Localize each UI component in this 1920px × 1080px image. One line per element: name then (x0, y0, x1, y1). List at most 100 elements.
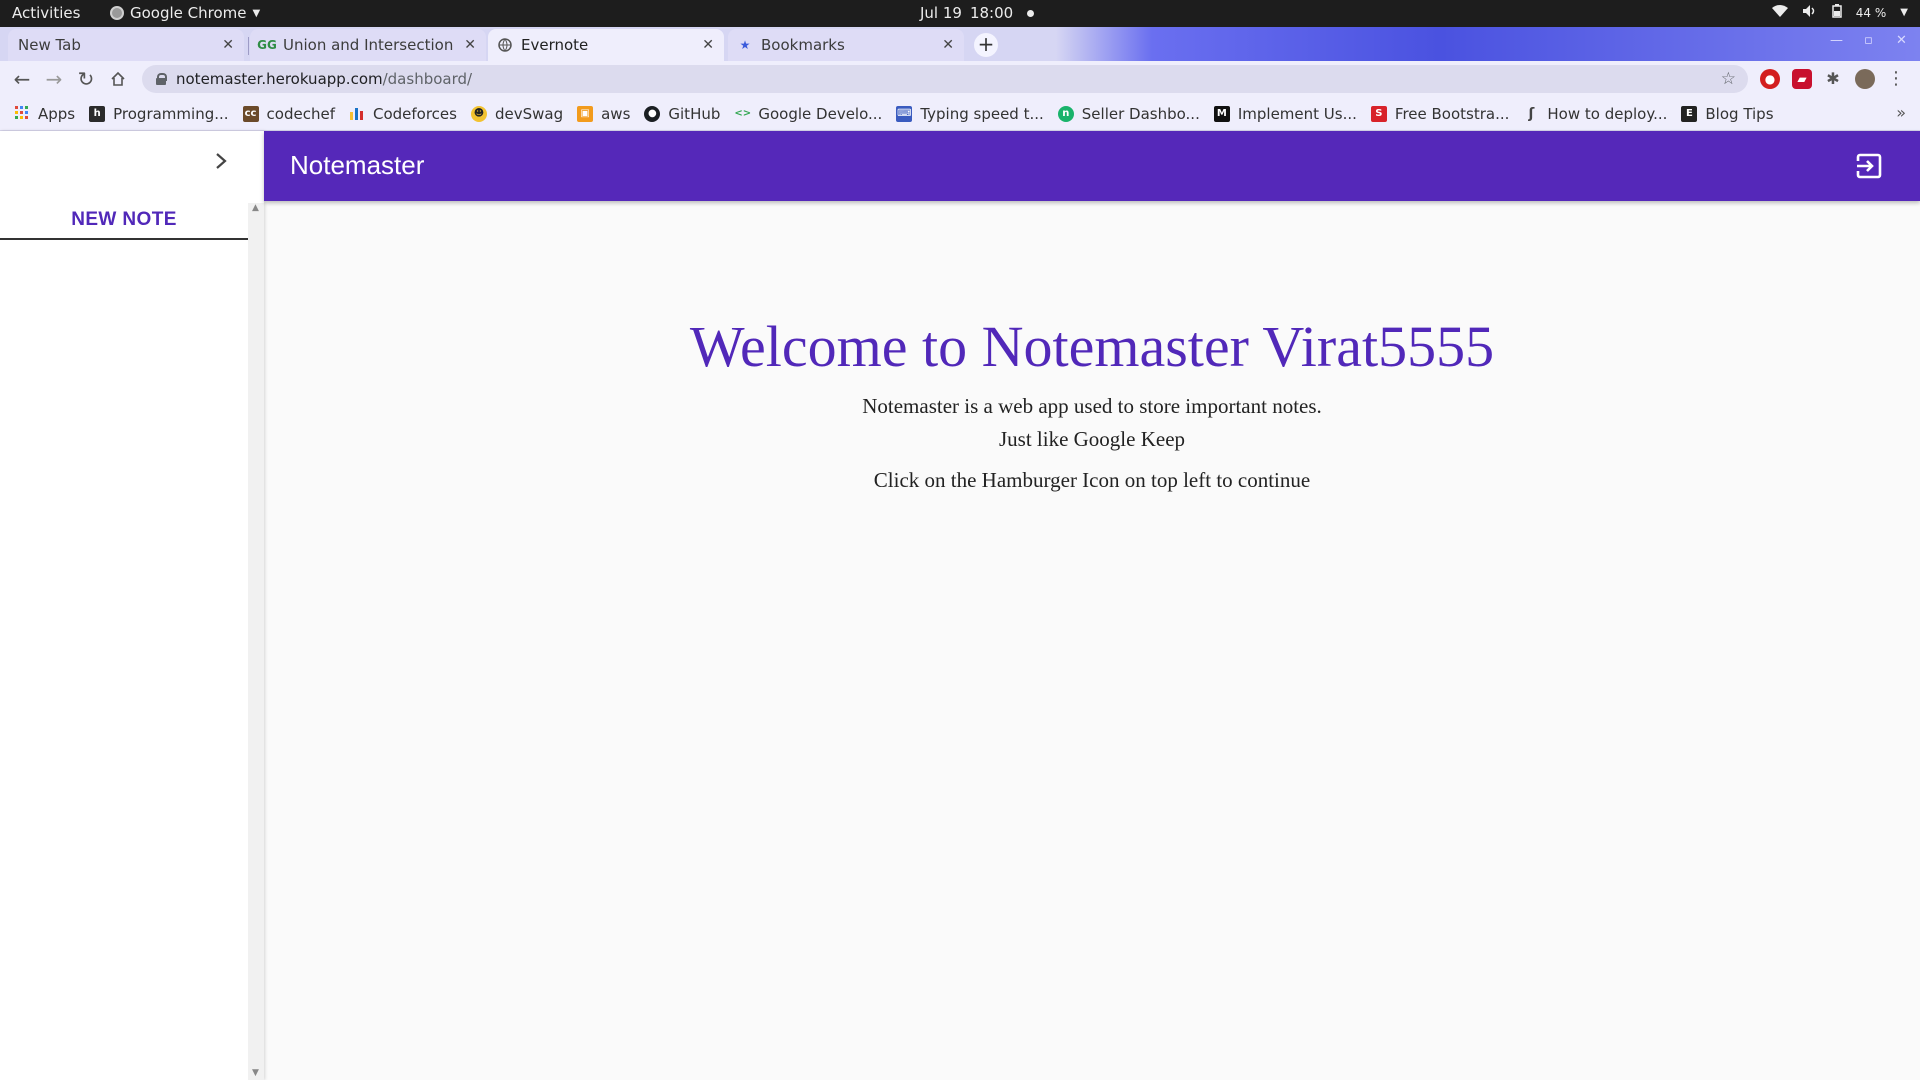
bookmark-label: Apps (38, 104, 76, 123)
forward-icon[interactable]: → (42, 67, 66, 91)
keyboard-icon: ⌨ (896, 105, 913, 122)
github-icon: ● (644, 105, 661, 122)
new-tab-button[interactable]: + (974, 33, 998, 57)
menu-kebab-icon[interactable]: ⋮ (1886, 69, 1906, 89)
url-path: /dashboard/ (382, 70, 473, 88)
bookmark-codeforces[interactable]: Codeforces (349, 105, 457, 123)
caret-down-icon: ▼ (1900, 7, 1908, 18)
bookmark-label: devSwag (494, 104, 564, 123)
app-bar: Notemaster (264, 131, 1920, 201)
codechef-icon: cc (242, 105, 259, 122)
bookmark-star-icon[interactable]: ☆ (1721, 69, 1736, 89)
bookmark-typing-speed[interactable]: ⌨ Typing speed t... (896, 105, 1044, 123)
address-bar[interactable]: notemaster.herokuapp.com/dashboard/ ☆ (142, 65, 1748, 93)
battery-icon (1832, 4, 1842, 21)
welcome-instruction: Click on the Hamburger Icon on top left … (873, 468, 1311, 492)
bookmarks-bar: Apps h Programming... cc codechef Codefo… (0, 97, 1920, 131)
bookmark-label: GitHub (668, 104, 721, 123)
logout-icon[interactable] (1854, 151, 1884, 181)
bookmark-apps[interactable]: Apps (14, 105, 75, 123)
bookmark-label: aws (601, 104, 631, 123)
chevron-right-icon[interactable] (214, 151, 228, 177)
bookmark-label: Seller Dashbo... (1081, 104, 1200, 123)
app-menu[interactable]: Google Chrome ▼ (110, 4, 260, 22)
bookmark-how-to-deploy[interactable]: ʃ How to deploy... (1523, 104, 1668, 123)
pdf-extension-icon[interactable]: ▰ (1792, 69, 1812, 89)
tab-union-intersection[interactable]: GG Union and Intersection of ✕ (250, 29, 486, 61)
profile-avatar[interactable] (1855, 69, 1875, 89)
blog-icon: E (1681, 105, 1698, 122)
home-icon[interactable] (106, 67, 130, 91)
adblock-icon[interactable]: ● (1760, 69, 1780, 89)
close-icon[interactable]: ✕ (222, 37, 234, 53)
notification-dot-icon (1027, 9, 1035, 17)
tab-title: Evernote (521, 36, 589, 54)
scroll-down-icon[interactable]: ▼ (252, 1068, 259, 1078)
bookmark-github[interactable]: ● GitHub (644, 105, 720, 123)
os-top-bar: Activities Google Chrome ▼ Jul 19 18:00 … (0, 0, 1920, 27)
close-icon[interactable]: ✕ (702, 37, 714, 53)
tab-bookmarks[interactable]: ★ Bookmarks ✕ (728, 29, 964, 61)
divider (0, 238, 248, 240)
tab-evernote[interactable]: Evernote ✕ (488, 29, 724, 61)
close-window-icon[interactable]: ✕ (1896, 33, 1907, 48)
tab-title: Union and Intersection of (283, 36, 459, 54)
aws-icon: ▣ (577, 105, 594, 122)
clock[interactable]: Jul 19 18:00 (920, 4, 1035, 22)
bookmark-aws[interactable]: ▣ aws (577, 105, 630, 123)
bookmark-programming[interactable]: h Programming... (89, 104, 229, 123)
google-dev-icon: <> (734, 107, 752, 119)
activities-button[interactable]: Activities (12, 4, 80, 22)
lock-icon[interactable] (156, 73, 167, 85)
welcome-heading: Welcome to Notemaster Virat5555 (689, 314, 1495, 379)
reload-icon[interactable]: ↻ (74, 67, 98, 91)
bookmark-label: Codeforces (372, 104, 457, 123)
sidebar-scrollbar[interactable]: ▲ ▼ (248, 203, 264, 1080)
caret-down-icon: ▼ (252, 7, 261, 19)
bookmark-devswag[interactable]: ☻ devSwag (470, 104, 564, 123)
app-menu-label: Google Chrome (130, 4, 247, 22)
bookmark-blog-tips[interactable]: E Blog Tips (1681, 104, 1774, 123)
tab-separator (248, 37, 249, 55)
star-icon: ★ (739, 38, 751, 52)
link-icon: ʃ (1528, 105, 1535, 122)
new-note-button[interactable]: NEW NOTE (0, 209, 248, 231)
close-icon[interactable]: ✕ (942, 37, 954, 53)
chrome-icon (110, 6, 124, 20)
gfg-icon: GG (257, 38, 277, 52)
bookmark-seller-dashboard[interactable]: n Seller Dashbo... (1057, 104, 1200, 123)
bookmark-label: Free Bootstra... (1394, 104, 1510, 123)
app-title: Notemaster (290, 150, 425, 180)
system-tray[interactable]: 44 % ▼ (1771, 4, 1908, 21)
bookmark-label: codechef (266, 104, 335, 123)
welcome-section: Welcome to Notemaster Virat5555 Notemast… (264, 201, 1920, 493)
codeforces-icon (349, 106, 365, 122)
extensions-puzzle-icon[interactable]: ✱ (1823, 69, 1843, 89)
bootstrap-icon: S (1370, 105, 1387, 122)
bookmark-label: How to deploy... (1547, 104, 1668, 123)
bookmark-codechef[interactable]: cc codechef (242, 104, 335, 123)
tab-title: New Tab (18, 36, 81, 54)
back-icon[interactable]: ← (10, 67, 34, 91)
battery-percent: 44 % (1855, 5, 1887, 20)
emoji-icon: ☻ (470, 105, 487, 122)
bookmark-implement-us[interactable]: M Implement Us... (1213, 105, 1357, 123)
welcome-description: Notemaster is a web app used to store im… (862, 394, 1322, 418)
sidebar: NEW NOTE ▲ ▼ (0, 131, 264, 1080)
maximize-icon[interactable]: ▫ (1864, 33, 1873, 48)
bookmark-label: Blog Tips (1705, 104, 1774, 123)
bookmark-label: Programming... (113, 104, 229, 123)
scroll-up-icon[interactable]: ▲ (252, 203, 259, 213)
double-chevron-right-icon[interactable]: » (1896, 103, 1906, 122)
close-icon[interactable]: ✕ (464, 37, 476, 53)
tab-new-tab[interactable]: New Tab ✕ (8, 29, 244, 61)
tab-title: Bookmarks (761, 36, 845, 54)
globe-icon (498, 38, 512, 52)
bookmark-label: Google Develo... (758, 104, 883, 123)
web-page: NEW NOTE ▲ ▼ Notemaster Welcome to Notem… (0, 131, 1920, 1080)
bookmark-free-bootstrap[interactable]: S Free Bootstra... (1370, 104, 1510, 123)
browser-toolbar: ← → ↻ notemaster.herokuapp.com/dashboard… (0, 61, 1920, 97)
medium-icon: M (1213, 105, 1230, 122)
bookmark-google-developers[interactable]: <> Google Develo... (734, 105, 882, 123)
minimize-icon[interactable]: — (1830, 33, 1843, 48)
